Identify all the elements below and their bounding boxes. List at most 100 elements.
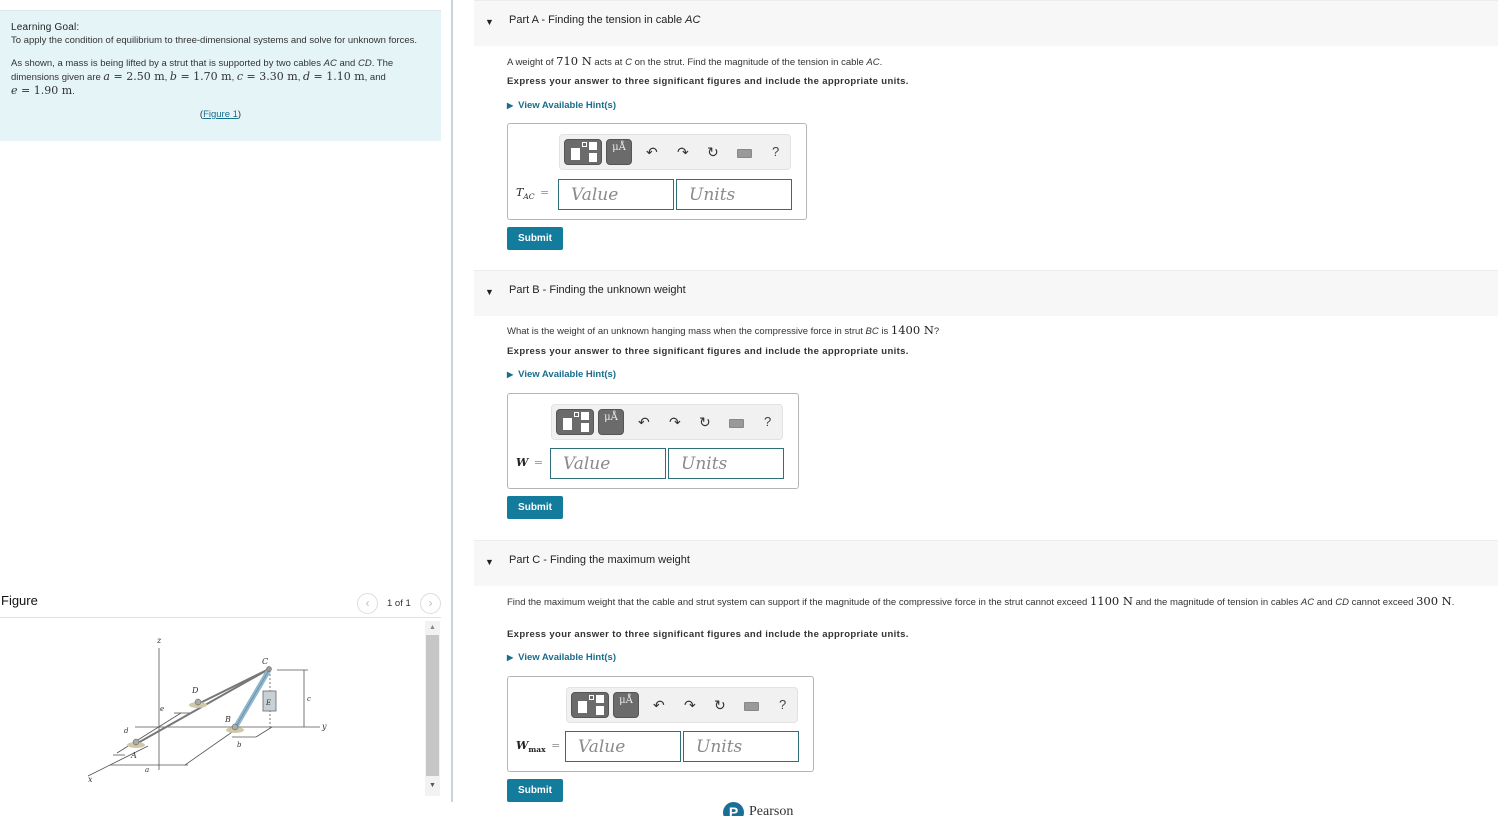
scroll-up-arrow-icon[interactable]: ▲	[425, 623, 440, 633]
part-b-submit-button[interactable]: Submit	[507, 496, 563, 519]
scroll-down-arrow-icon[interactable]: ▼	[425, 781, 440, 791]
previous-figure-button[interactable]: ‹	[357, 593, 378, 614]
undo-icon[interactable]: ↶	[638, 414, 650, 430]
label-d-point: D	[191, 686, 199, 695]
help-icon[interactable]: ?	[779, 697, 786, 712]
part-a-question: A weight of 710 N acts at C on the strut…	[507, 54, 883, 68]
dim-a-value: 2.50 m	[126, 70, 165, 83]
templates-button[interactable]	[556, 409, 594, 435]
part-a-instruction: Express your answer to three significant…	[507, 76, 909, 87]
part-b-label: Part B	[509, 284, 540, 296]
hint-label: View Available Hint(s)	[518, 369, 616, 380]
part-a-title-text: - Finding the tension in cable	[538, 14, 686, 26]
help-icon[interactable]: ?	[764, 414, 771, 429]
tac-label: TAC =	[516, 186, 550, 202]
w-label: W =	[516, 456, 544, 469]
figure-page-indicator: 1 of 1	[387, 598, 411, 609]
redo-icon[interactable]: ↷	[684, 697, 696, 713]
part-c-label: Part C	[509, 554, 541, 566]
scroll-thumb[interactable]	[426, 635, 439, 776]
max-tension-value: 300 N	[1416, 594, 1452, 608]
tac-value-input[interactable]	[558, 179, 674, 210]
part-c-submit-button[interactable]: Submit	[507, 779, 563, 802]
undo-icon[interactable]: ↶	[653, 697, 665, 713]
cable-ac-label: AC	[323, 58, 337, 69]
learning-goal-box: Learning Goal: To apply the condition of…	[0, 10, 441, 141]
part-c-title[interactable]: Part C - Finding the maximum weight	[509, 554, 690, 566]
part-b-instruction: Express your answer to three significant…	[507, 346, 909, 357]
w-value-input[interactable]	[550, 448, 666, 479]
chevron-left-icon: ‹	[365, 596, 370, 610]
label-c-point: C	[262, 657, 268, 666]
dim-b-var: b	[169, 70, 177, 83]
part-a-title[interactable]: Part A - Finding the tension in cable AC	[509, 14, 700, 26]
dim-d-value: 1.10 m	[326, 70, 365, 83]
part-b-title[interactable]: Part B - Finding the unknown weight	[509, 284, 686, 296]
expand-triangle-icon: ▶	[507, 370, 514, 379]
keyboard-icon[interactable]	[744, 702, 759, 711]
label-a-point: A	[130, 751, 137, 760]
label-b-dim: b	[237, 741, 242, 749]
chevron-right-icon: ›	[428, 596, 433, 610]
expand-triangle-icon: ▶	[507, 653, 514, 662]
expand-triangle-icon: ▶	[507, 101, 514, 110]
keyboard-icon[interactable]	[737, 149, 752, 158]
keyboard-icon[interactable]	[729, 419, 744, 428]
collapse-caret-icon[interactable]: ▼	[485, 17, 494, 27]
strut-cable-diagram: z y x A B C D E a b c d e	[87, 636, 327, 784]
part-c-header[interactable]: ▼ Part C - Finding the maximum weight	[474, 540, 1498, 586]
math-toolbar: μÅ ↶ ↷ ↻ ?	[559, 134, 791, 170]
label-d-dim: d	[124, 727, 129, 735]
dim-d-var: d	[302, 70, 311, 83]
label-a-dim: a	[145, 766, 149, 774]
figure-header: Figure ‹ 1 of 1 ›	[0, 590, 441, 618]
weight-value: 710 N	[556, 54, 592, 68]
units-button[interactable]: μÅ	[613, 692, 639, 718]
next-figure-button[interactable]: ›	[420, 593, 441, 614]
part-b-header[interactable]: ▼ Part B - Finding the unknown weight	[474, 270, 1498, 316]
intro-and: and	[336, 58, 358, 69]
intro-text: As shown, a mass is being lifted by a st…	[11, 58, 324, 69]
wmax-units-input[interactable]	[683, 731, 799, 762]
problem-intro: As shown, a mass is being lifted by a st…	[11, 58, 394, 97]
figure-image: z y x A B C D E a b c d e	[0, 620, 424, 802]
units-button[interactable]: μÅ	[598, 409, 624, 435]
part-a-header[interactable]: ▼ Part A - Finding the tension in cable …	[474, 0, 1498, 46]
part-a-submit-button[interactable]: Submit	[507, 227, 563, 250]
units-button[interactable]: μÅ	[606, 139, 632, 165]
part-a-label: Part A	[509, 14, 539, 26]
collapse-caret-icon[interactable]: ▼	[485, 557, 494, 567]
figure-link[interactable]: Figure 1	[203, 109, 238, 120]
figure-scrollbar[interactable]: ▲ ▼	[425, 621, 440, 796]
part-c-hints-link[interactable]: ▶ View Available Hint(s)	[507, 652, 616, 663]
w-units-input[interactable]	[668, 448, 784, 479]
help-icon[interactable]: ?	[772, 144, 779, 159]
tac-units-input[interactable]	[676, 179, 792, 210]
reset-icon[interactable]: ↻	[714, 697, 726, 713]
part-b-hints-link[interactable]: ▶ View Available Hint(s)	[507, 369, 616, 380]
templates-button[interactable]	[564, 139, 602, 165]
reset-icon[interactable]: ↻	[707, 144, 719, 160]
cable-cd-label: CD	[357, 58, 372, 69]
label-b-point: B	[224, 715, 231, 724]
pearson-logo-icon: P	[723, 802, 744, 816]
redo-icon[interactable]: ↷	[677, 144, 689, 160]
redo-icon[interactable]: ↷	[669, 414, 681, 430]
part-c-question: Find the maximum weight that the cable a…	[507, 594, 1455, 608]
label-y: y	[321, 722, 327, 731]
part-a-title-italic: AC	[685, 14, 701, 26]
x-axis-line	[87, 745, 149, 777]
templates-button[interactable]	[571, 692, 609, 718]
part-a-hints-link[interactable]: ▶ View Available Hint(s)	[507, 100, 616, 111]
figure-title: Figure	[1, 593, 38, 608]
compressive-force-value: 1400 N	[890, 323, 934, 337]
pearson-brand-text: Pearson	[749, 804, 794, 816]
wmax-value-input[interactable]	[565, 731, 681, 762]
label-x: x	[88, 775, 93, 784]
dim-b-value: 1.70 m	[193, 70, 232, 83]
dim-e-value: 1.90 m	[33, 84, 73, 97]
reset-icon[interactable]: ↻	[699, 414, 711, 430]
part-b-question: What is the weight of an unknown hanging…	[507, 323, 940, 337]
collapse-caret-icon[interactable]: ▼	[485, 287, 494, 297]
undo-icon[interactable]: ↶	[646, 144, 658, 160]
